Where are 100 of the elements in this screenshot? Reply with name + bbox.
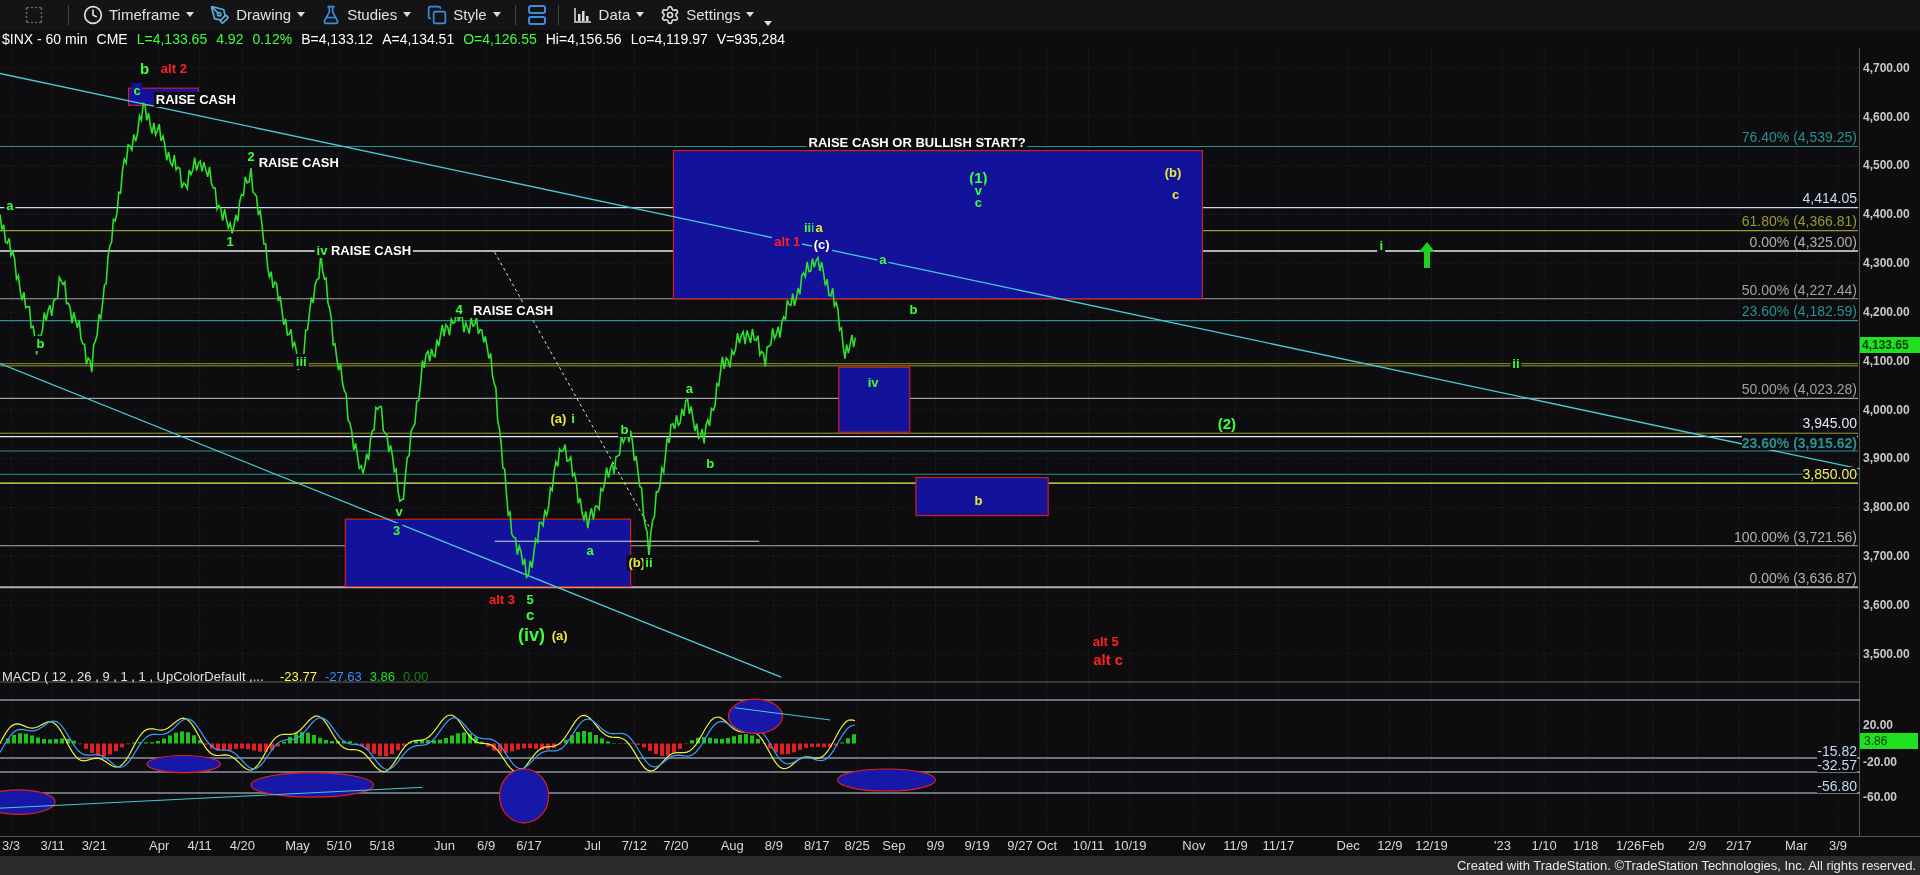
stacked-rows-icon — [527, 4, 546, 25]
wave-label: RAISE CASH — [153, 92, 238, 108]
date-tick-label: 12/19 — [1415, 838, 1448, 852]
date-tick-label: 1/26 — [1615, 838, 1642, 852]
fib-level-label: 0.00% (4,325.00) — [1749, 234, 1857, 249]
caret-icon — [636, 12, 645, 18]
fib-level-label: 23.60% (3,915.62) — [1741, 435, 1857, 450]
toolbar-menu-button[interactable]: Drawing — [204, 1, 312, 29]
date-tick-label: Oct — [1036, 838, 1058, 852]
copy-icon — [427, 4, 448, 25]
copyright-text: Created with TradeStation. ©TradeStation Technologies, Inc. All rights reserved. — [1456, 856, 1916, 875]
fib-level-label: 3,945.00 — [1802, 416, 1857, 431]
date-tick-label: 6/9 — [477, 838, 496, 852]
date-tick-label: Feb — [1641, 838, 1665, 852]
toolbar-menu-button[interactable]: Settings — [654, 1, 761, 29]
caret-icon — [403, 12, 412, 18]
wave-label: a — [4, 197, 16, 213]
axis-tick-label: 4,500.00 — [1863, 159, 1910, 172]
toolbar-menu-button[interactable]: Timeframe — [77, 1, 201, 29]
date-tick-label: 12/9 — [1377, 838, 1403, 852]
axis-tick-label: 4,700.00 — [1863, 61, 1910, 74]
date-tick-label: 5/10 — [326, 838, 352, 852]
fib-level-label: 0.00% (3,636.87) — [1749, 570, 1857, 585]
date-tick-label: 11/9 — [1223, 838, 1248, 852]
date-tick-label: 7/20 — [663, 838, 689, 852]
date-tick-label: 2/9 — [1688, 838, 1707, 852]
date-tick-label: 6/17 — [516, 838, 542, 852]
macd-value: -23.77 — [280, 669, 317, 683]
bar-chart-icon — [572, 5, 593, 24]
date-tick-label: 5/18 — [369, 838, 395, 852]
highlight-ellipse — [727, 698, 784, 734]
quote-field: 4.92 — [216, 31, 244, 46]
axis-tick-label: 4,100.00 — [1863, 354, 1910, 367]
date-tick-label: '23 — [1493, 838, 1511, 852]
quote-field: Hi=4,156.56 — [545, 31, 622, 46]
date-tick-label: Dec — [1336, 838, 1360, 852]
date-tick-label: 2/17 — [1726, 838, 1752, 852]
fib-level-label: 61.80% (4,366.81) — [1741, 214, 1857, 229]
caret-icon — [297, 12, 306, 18]
date-tick-label: 1/18 — [1573, 838, 1599, 852]
fib-level-label: 4,414.05 — [1802, 191, 1857, 206]
wave-label: RAISE CASH OR BULLISH START? — [806, 135, 1028, 151]
axis-tick-label: 4,000.00 — [1863, 403, 1910, 416]
quote-field: A=4,134.51 — [382, 31, 455, 46]
date-tick-label: 8/9 — [764, 838, 783, 852]
axis-tick-label: 20.00 — [1863, 718, 1894, 731]
toolbar-menu-button[interactable]: Data — [566, 1, 651, 29]
axis-tick-label: -60.00 — [1863, 790, 1898, 803]
quote-field: V=935,284 — [716, 31, 785, 46]
date-tick-label: Jun — [434, 838, 455, 852]
caret-icon — [492, 12, 501, 18]
up-arrow-icon — [1419, 242, 1436, 269]
fib-level-label: 23.60% (4,182.59) — [1741, 304, 1857, 319]
wave-label: alt 2 — [158, 60, 189, 76]
date-tick-label: 3/11 — [40, 838, 65, 852]
date-tick-label: 3/21 — [81, 838, 107, 852]
date-tick-label: 9/9 — [926, 838, 945, 852]
axis-tick-label: -20.00 — [1863, 755, 1898, 768]
date-tick-label: Nov — [1182, 838, 1206, 852]
wave-label: RAISE CASH — [328, 243, 414, 259]
fib-level-label: 50.00% (4,227.44) — [1741, 282, 1857, 297]
date-tick-label: 3/9 — [1828, 838, 1847, 852]
quote-field: O=4,126.55 — [463, 31, 537, 46]
macd-title: MACD ( 12 , 26 , 9 , 1 , 1 , UpColorDefault ,... — [2, 669, 264, 683]
wave-label: iii — [293, 354, 309, 370]
macd-value: 3.86 — [369, 669, 396, 683]
axis-tick-label: 3,900.00 — [1863, 452, 1910, 465]
quote-field: 0.12% — [252, 31, 293, 46]
quote-field: $INX - 60 min — [2, 31, 88, 46]
quote-field: CME — [96, 31, 128, 46]
date-tick-label: 4/11 — [187, 838, 212, 852]
wave-label: c — [131, 82, 143, 98]
caret-icon — [186, 12, 195, 18]
toolbar-menu-button[interactable]: Style — [421, 1, 507, 29]
date-tick-label: 10/11 — [1072, 838, 1105, 852]
wave-label: alt c — [1091, 651, 1126, 668]
last-value-badge: 3.86 — [1860, 732, 1918, 749]
fib-level-label: 50.00% (4,023.28) — [1741, 382, 1857, 397]
macd-value: 0.00 — [403, 669, 429, 683]
wave-label: ii — [643, 555, 655, 571]
square-icon — [24, 4, 44, 25]
toolbar-menu-button[interactable]: Studies — [315, 1, 418, 29]
date-tick-label: Aug — [720, 838, 744, 852]
wave-label: i — [1377, 238, 1386, 254]
axis-tick-label: 3,800.00 — [1863, 501, 1910, 514]
axis-tick-label: 4,600.00 — [1863, 110, 1910, 123]
pen-icon — [210, 4, 231, 25]
wave-label: iv — [314, 243, 330, 259]
macd-level-label: -56.80 — [1817, 778, 1857, 793]
date-tick-label: 4/20 — [229, 838, 256, 852]
fib-level-label: 3,850.00 — [1802, 466, 1857, 481]
quote-field: Lo=4,119.97 — [630, 31, 708, 46]
date-tick-label: 1/10 — [1531, 838, 1557, 852]
date-tick-label: May — [285, 838, 310, 852]
wave-label: b — [34, 336, 47, 352]
wave-label: RAISE CASH — [470, 303, 556, 319]
axis-tick-label: 4,200.00 — [1863, 305, 1910, 318]
date-tick-label: 8/17 — [804, 838, 830, 852]
macd-value: -27.63 — [324, 669, 362, 683]
axis-tick-label: 4,400.00 — [1863, 208, 1910, 221]
